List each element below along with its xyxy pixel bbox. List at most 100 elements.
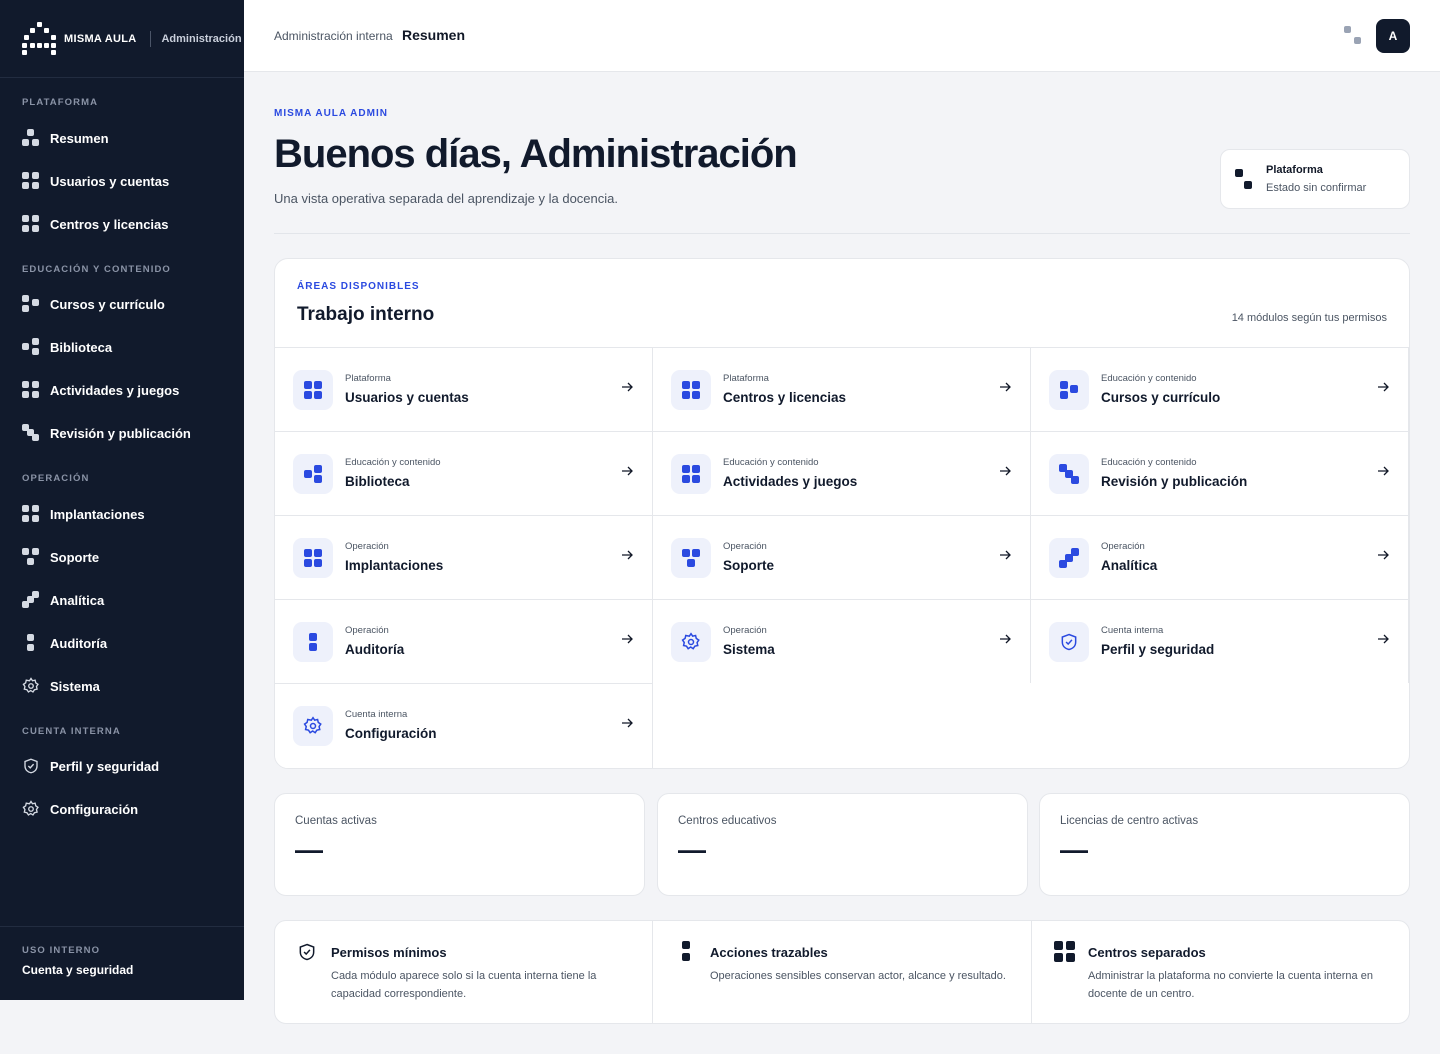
module-sistema[interactable]: Operación Sistema [653,599,1031,683]
brand-section: Administración [161,32,242,45]
brand[interactable]: MISMA AULA Administración [0,0,244,78]
module-analitica[interactable]: Operación Analítica [1031,515,1409,599]
stack-icon [293,622,333,662]
dots-icon [22,548,40,566]
page-title: Buenos días, Administración [274,132,798,176]
grid-icon [22,215,40,233]
sidebar-item-centros[interactable]: Centros y licencias [22,214,169,234]
module-category: Operación [345,541,389,552]
grid-icon [22,505,40,523]
module-name: Auditoría [345,642,405,657]
sidebar: MISMA AULA Administración PLATAFORMA Res… [0,0,244,1000]
shield-icon [299,943,315,961]
arrow-right-icon [1000,382,1011,392]
sidebar-item-revision[interactable]: Revisión y publicación [22,423,191,443]
sidebar-item-label: Implantaciones [50,506,145,522]
brand-mark-icon [1344,26,1364,46]
sidebar-item-label: Revisión y publicación [50,425,191,441]
brand-logo-icon [22,21,58,56]
sidebar-item-soporte[interactable]: Soporte [22,547,99,567]
module-usuarios[interactable]: Plataforma Usuarios y cuentas [275,347,653,431]
nav-section-cuenta: CUENTA INTERNA [22,726,121,737]
arrow-right-icon [622,718,633,728]
module-name: Soporte [723,558,775,573]
module-name: Perfil y seguridad [1101,642,1215,657]
page-eyebrow: MISMA AULA ADMIN [274,108,388,119]
arrow-right-icon [1378,634,1389,644]
modules-panel: ÁREAS DISPONIBLES Trabajo interno 14 mód… [274,258,1410,769]
module-category: Cuenta interna [345,709,408,720]
grid-icon [671,454,711,494]
sidebar-item-biblioteca[interactable]: Biblioteca [22,337,112,357]
module-revision[interactable]: Educación y contenido Revisión y publica… [1031,431,1409,515]
sidebar-item-label: Soporte [50,549,100,565]
dots-icon [1049,370,1089,410]
principle-title: Centros separados [1088,945,1206,960]
divider [274,233,1410,234]
breadcrumb-parent[interactable]: Administración interna [274,29,393,43]
sidebar-item-resumen[interactable]: Resumen [22,128,109,148]
avatar[interactable]: A [1376,19,1410,53]
shield-icon [22,757,40,775]
sidebar-item-label: Resumen [50,130,109,146]
module-category: Operación [1101,541,1145,552]
sidebar-item-usuarios[interactable]: Usuarios y cuentas [22,171,169,191]
arrow-right-icon [1000,634,1011,644]
sidebar-item-label: Configuración [50,801,139,817]
module-category: Educación y contenido [1101,373,1197,384]
arrow-right-icon [1000,550,1011,560]
module-category: Educación y contenido [345,457,441,468]
steps-icon [22,591,40,609]
stat-licencias-activas: Licencias de centro activas — [1039,793,1410,896]
breadcrumb-current: Resumen [402,27,466,43]
sidebar-item-configuracion[interactable]: Configuración [22,799,138,819]
arrow-right-icon [1378,382,1389,392]
stat-label: Cuentas activas [295,815,377,827]
module-count: 14 módulos según tus permisos [1231,312,1387,324]
sidebar-item-actividades[interactable]: Actividades y juegos [22,380,179,400]
sidebar-item-label: Cursos y currículo [50,296,165,312]
module-soporte[interactable]: Operación Soporte [653,515,1031,599]
sidebar-item-implantaciones[interactable]: Implantaciones [22,504,145,524]
stat-value: — [295,834,323,865]
module-name: Configuración [345,726,437,741]
sidebar-item-auditoria[interactable]: Auditoría [22,633,107,653]
module-actividades[interactable]: Educación y contenido Actividades y jueg… [653,431,1031,515]
principle-title: Acciones trazables [710,945,828,960]
sidebar-footer-subtitle: Cuenta y seguridad [22,963,134,977]
brand-divider [150,30,152,47]
module-cursos[interactable]: Educación y contenido Cursos y currículo [1031,347,1409,431]
sidebar-item-label: Analítica [50,592,105,608]
module-category: Operación [723,625,767,636]
shield-icon [1049,622,1089,662]
module-centros[interactable]: Plataforma Centros y licencias [653,347,1031,431]
panel-title: Trabajo interno [297,304,435,325]
sidebar-item-label: Perfil y seguridad [50,758,160,774]
module-name: Biblioteca [345,474,410,489]
module-implantaciones[interactable]: Operación Implantaciones [275,515,653,599]
principle-title: Permisos mínimos [331,945,447,960]
dots-icon [22,295,40,313]
sidebar-item-analitica[interactable]: Analítica [22,590,104,610]
module-perfil[interactable]: Cuenta interna Perfil y seguridad [1031,599,1409,683]
module-biblioteca[interactable]: Educación y contenido Biblioteca [275,431,653,515]
dots-icon [293,454,333,494]
principle-permisos: Permisos mínimos Cada módulo aparece sol… [275,921,653,1023]
module-auditoria[interactable]: Operación Auditoría [275,599,653,683]
module-name: Revisión y publicación [1101,474,1248,489]
dots-icon [671,538,711,578]
sidebar-footer[interactable]: USO INTERNO Cuenta y seguridad [0,926,244,1000]
stat-centros-educativos: Centros educativos — [657,793,1028,896]
stack-icon [676,941,696,963]
arrow-right-icon [1000,466,1011,476]
grid-icon [22,381,40,399]
module-name: Sistema [723,642,775,657]
module-configuracion[interactable]: Cuenta interna Configuración [275,683,653,768]
steps-icon [1049,538,1089,578]
grid-icon [671,370,711,410]
sidebar-item-sistema[interactable]: Sistema [22,676,100,696]
sidebar-item-label: Auditoría [50,635,108,651]
sidebar-item-cursos[interactable]: Cursos y currículo [22,294,165,314]
module-category: Educación y contenido [723,457,819,468]
sidebar-item-perfil[interactable]: Perfil y seguridad [22,756,159,776]
